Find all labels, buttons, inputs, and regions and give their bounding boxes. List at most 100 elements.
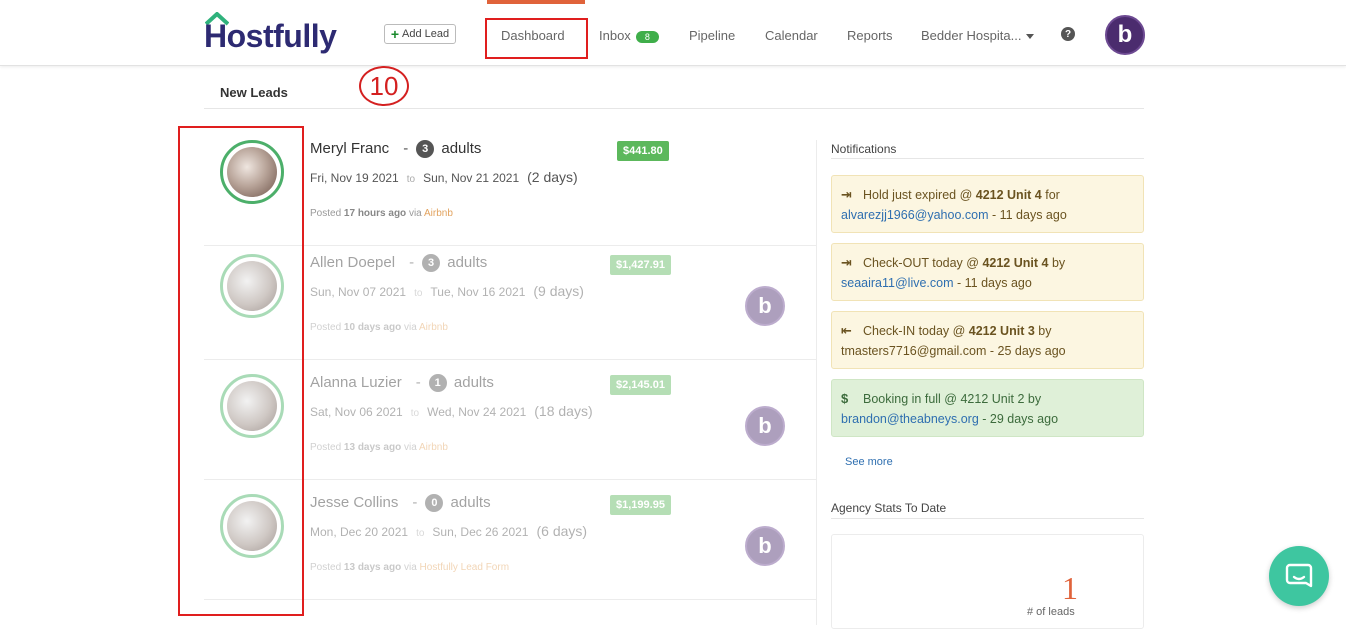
chat-icon [1285, 563, 1313, 588]
notification-hold-expired: ⇥ Hold just expired @ 4212 Unit 4 for alv… [831, 175, 1144, 233]
dollar-icon: $ [841, 391, 849, 406]
nav-inbox-label: Inbox [599, 28, 631, 43]
add-lead-button[interactable]: + Add Lead [384, 24, 456, 44]
via-label: via [408, 208, 422, 219]
notification-unit: 4212 Unit 4 [982, 256, 1049, 270]
sign-out-icon: ⇥ [841, 187, 852, 202]
posted-ago: 13 days ago [343, 442, 402, 453]
lead-price-badge: $1,199.95 [610, 495, 671, 515]
leads-count-label: # of leads [1027, 606, 1075, 618]
adults-count-badge: 3 [416, 140, 435, 158]
lead-price-badge: $2,145.01 [610, 375, 671, 395]
notification-unit: 4212 Unit 3 [968, 324, 1035, 338]
assignee-avatar[interactable]: b [745, 406, 785, 446]
leads-count-value: 1 [1062, 570, 1078, 606]
sign-in-icon: ⇤ [841, 323, 852, 338]
posted-prefix: Posted [310, 208, 342, 219]
dashboard-highlight-box [485, 18, 588, 59]
notification-text: Check-OUT today @ [863, 256, 983, 270]
lead-price-badge: $441.80 [617, 141, 669, 161]
lead-dates: Fri, Nov 19 2021 to Sun, Nov 21 2021 (2 day… [310, 169, 578, 185]
nav-calendar[interactable]: Calendar [765, 28, 818, 43]
lead-source: Airbnb [419, 322, 448, 333]
adults-label: adults [450, 494, 491, 511]
via-label: via [403, 442, 417, 453]
stats-divider [831, 518, 1144, 519]
lead-name-line[interactable]: Meryl Franc -3 adults [310, 140, 481, 158]
to-label: to [416, 528, 425, 539]
account-dropdown[interactable]: Bedder Hospita... [921, 28, 1035, 43]
notification-time: - 11 days ago [953, 276, 1032, 290]
thumbnails-highlight-box [178, 126, 304, 616]
lead-posted-info: Posted 10 days ago via Airbnb [310, 322, 448, 333]
stay-duration: (6 days) [536, 523, 588, 539]
lead-guest-name: Jesse Collins [310, 494, 399, 511]
lead-price-badge: $1,427.91 [610, 255, 671, 275]
adults-label: adults [453, 374, 494, 391]
lead-source: Hostfully Lead Form [419, 562, 510, 573]
active-tab-indicator [487, 0, 585, 4]
check-in-date: Sat, Nov 06 2021 [310, 405, 403, 419]
sign-out-icon: ⇥ [841, 255, 852, 270]
notification-email-link[interactable]: brandon@theabneys.org [841, 412, 979, 426]
add-lead-label: Add Lead [402, 28, 450, 40]
nav-pipeline[interactable]: Pipeline [689, 28, 735, 43]
nav-reports[interactable]: Reports [847, 28, 893, 43]
posted-ago: 10 days ago [343, 322, 402, 333]
notification-text-suffix: for [1041, 188, 1060, 202]
notification-email-link[interactable]: seaaira11@live.com [841, 276, 954, 290]
notification-unit: 4212 Unit 4 [975, 188, 1042, 202]
notification-check-out: ⇥ Check-OUT today @ 4212 Unit 4 by seaair… [831, 243, 1144, 301]
lead-dates: Sun, Nov 07 2021 to Tue, Nov 16 2021 (9 day… [310, 283, 584, 299]
lead-posted-info: Posted 17 hours ago via Airbnb [310, 208, 453, 219]
notification-booking: $ Booking in full @ 4212 Unit 2 by brando… [831, 379, 1144, 437]
check-in-date: Mon, Dec 20 2021 [310, 525, 409, 539]
notification-check-in: ⇤ Check-IN today @ 4212 Unit 3 by tmaster… [831, 311, 1144, 369]
stay-duration: (9 days) [533, 283, 584, 299]
plus-icon: + [390, 26, 400, 42]
lead-guest-name: Alanna Luzier [310, 374, 402, 391]
check-in-date: Sun, Nov 07 2021 [310, 285, 407, 299]
user-avatar[interactable]: b [1105, 15, 1145, 55]
lead-dates: Sat, Nov 06 2021 to Wed, Nov 24 2021 (18 da… [310, 403, 593, 419]
posted-prefix: Posted [310, 322, 342, 333]
lead-guest-name: Meryl Franc [310, 140, 390, 157]
assignee-avatar[interactable]: b [745, 286, 785, 326]
lead-dates: Mon, Dec 20 2021 to Sun, Dec 26 2021 (6 day… [310, 523, 587, 539]
notification-email: tmasters7716@gmail.com [841, 344, 987, 358]
to-label: to [406, 174, 416, 185]
lead-name-line[interactable]: Allen Doepel -3 adults [310, 254, 487, 272]
posted-prefix: Posted [310, 562, 342, 573]
adults-label: adults [441, 140, 482, 157]
notification-time: - 25 days ago [986, 344, 1066, 358]
caret-down-icon [1026, 34, 1035, 40]
adults-label: adults [447, 254, 488, 271]
notifications-title: Notifications [831, 142, 897, 156]
see-more-link[interactable]: See more [845, 456, 893, 468]
notification-text-suffix: by [1048, 256, 1066, 270]
lead-posted-info: Posted 13 days ago via Hostfully Lead Fo… [310, 562, 509, 573]
via-label: via [403, 562, 417, 573]
assignee-avatar[interactable]: b [745, 526, 785, 566]
top-navbar: Hostfully + Add Lead Dashboard Inbox 8 Pi… [0, 0, 1346, 66]
notification-text-suffix: by [1034, 324, 1052, 338]
posted-ago: 17 hours ago [343, 208, 407, 219]
lead-name-line[interactable]: Jesse Collins -0 adults [310, 494, 491, 512]
check-out-date: Sun, Nov 21 2021 [423, 171, 520, 185]
notification-email-link[interactable]: alvarezjj1966@yahoo.com [841, 208, 989, 222]
agency-stats-title: Agency Stats To Date [831, 501, 947, 515]
step-annotation: 10 [359, 66, 409, 106]
section-divider [204, 108, 1144, 109]
chat-widget-button[interactable] [1269, 546, 1329, 606]
notification-text: Booking in full @ 4212 Unit 2 by [863, 392, 1042, 406]
lead-name-line[interactable]: Alanna Luzier -1 adults [310, 374, 494, 392]
stats-panel [831, 534, 1144, 629]
question-circle-icon[interactable]: ? [1061, 27, 1075, 41]
posted-ago: 13 days ago [343, 562, 402, 573]
new-leads-title: New Leads [220, 85, 288, 100]
nav-inbox[interactable]: Inbox 8 [599, 28, 659, 43]
account-name: Bedder Hospita... [921, 28, 1022, 43]
lead-source: Airbnb [419, 442, 448, 453]
inbox-count-badge: 8 [635, 30, 659, 43]
lead-source: Airbnb [423, 208, 453, 219]
